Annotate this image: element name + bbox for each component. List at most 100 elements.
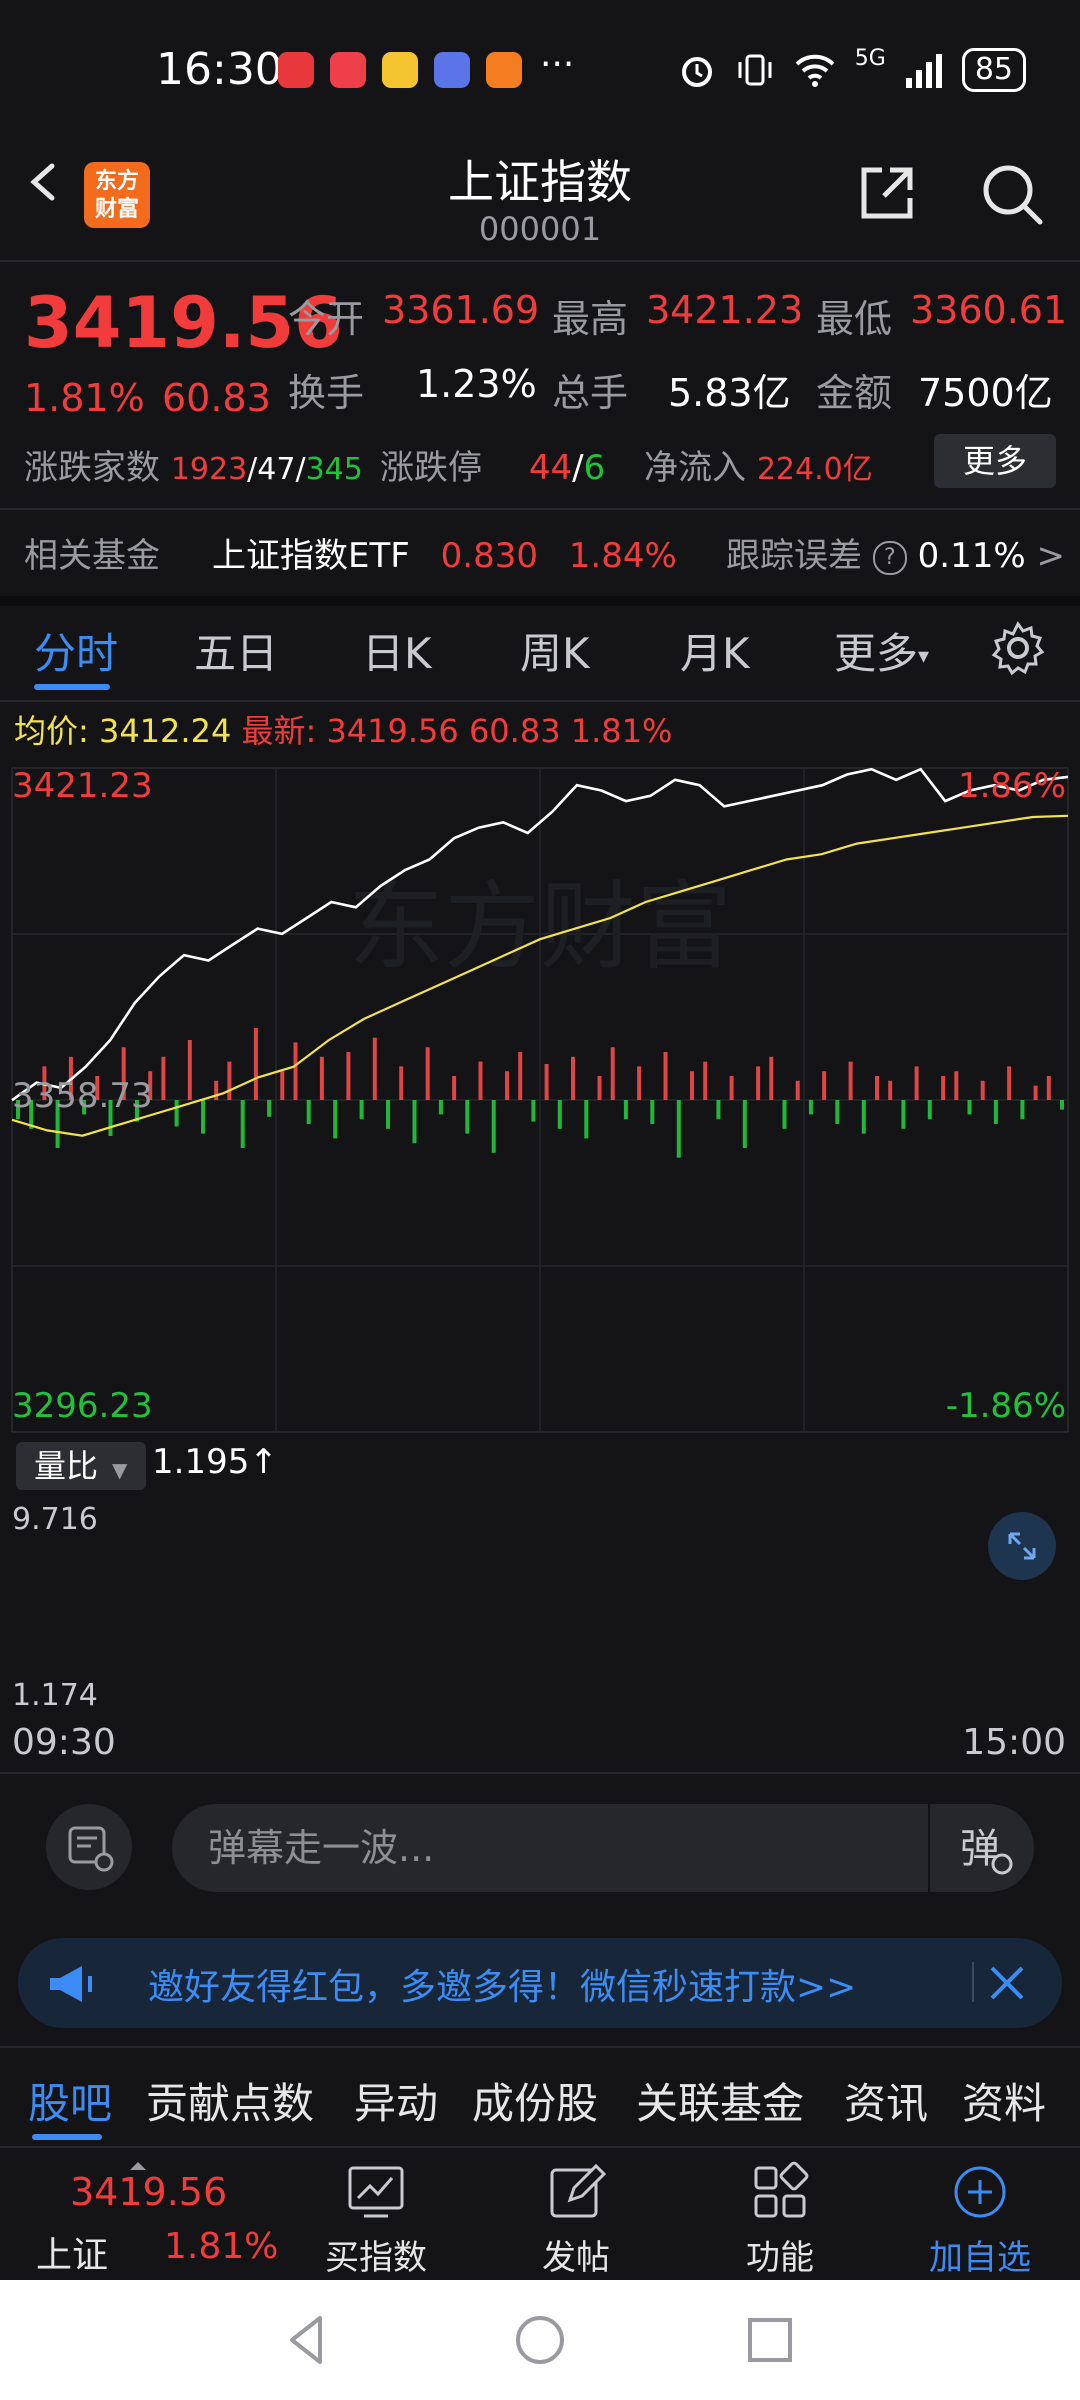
nav-home-icon[interactable]	[510, 2310, 570, 2370]
volume-bar	[1007, 1066, 1012, 1100]
system-nav-bar	[0, 2280, 1080, 2400]
edit-icon	[550, 2163, 607, 2218]
volume-bar	[491, 1100, 496, 1153]
volume-bar	[518, 1052, 523, 1100]
tab-news[interactable]: 资讯	[844, 2070, 928, 2131]
volume-bar	[187, 1040, 192, 1100]
volume-bar	[452, 1076, 457, 1100]
volume-bar	[505, 1071, 509, 1100]
promo-banner-text[interactable]: 邀好友得红包，多邀多得！微信秒速打款>>	[148, 1958, 856, 2010]
divider	[0, 1772, 1080, 1774]
danmaku-settings-button[interactable]	[46, 1804, 132, 1890]
volume-bar	[306, 1100, 311, 1124]
volume-bar	[557, 1100, 562, 1129]
intraday-chart[interactable]: 东方财富	[0, 0, 1080, 1460]
volume-bar	[240, 1100, 245, 1148]
axis-top-price: 3421.23	[12, 766, 153, 806]
mini-quote-pct: 1.81%	[164, 2226, 279, 2267]
buy-index-button[interactable]: 买指数	[296, 2160, 456, 2279]
mini-quote-name: 上证	[36, 2235, 109, 2276]
volume-bar	[253, 1028, 258, 1100]
volume-bar	[875, 1076, 879, 1100]
tab-profile[interactable]: 资料	[962, 2070, 1046, 2131]
buy-index-label: 买指数	[325, 2238, 427, 2278]
dropdown-arrow-icon: ▼	[112, 1458, 128, 1482]
volume-bar	[901, 1100, 906, 1129]
caret-up-icon	[130, 2162, 146, 2170]
megaphone-icon	[50, 1966, 92, 2002]
tab-forum[interactable]: 股吧	[28, 2070, 112, 2131]
expand-icon	[1008, 1532, 1036, 1560]
banner-divider	[972, 1962, 974, 2002]
volume-bar	[359, 1100, 364, 1120]
volume-bar	[280, 1071, 285, 1100]
volume-bar	[1060, 1100, 1064, 1110]
post-label: 发帖	[542, 2238, 610, 2278]
volume-bar	[690, 1071, 694, 1100]
add-watchlist-button[interactable]: 加自选	[900, 2160, 1060, 2279]
grid-icon	[754, 2161, 809, 2218]
volume-bar	[848, 1061, 853, 1100]
volume-bar	[319, 1056, 324, 1100]
danmaku-toggle-button[interactable]: 弹	[928, 1804, 1036, 1892]
time-end: 15:00	[962, 1722, 1066, 1763]
functions-button[interactable]: 功能	[700, 2160, 860, 2279]
volume-bar	[967, 1100, 972, 1115]
volume-bar	[438, 1100, 443, 1115]
volume-bar	[914, 1066, 919, 1100]
tab-contribution[interactable]: 贡献点数	[146, 2070, 314, 2131]
volume-bar	[1033, 1085, 1038, 1100]
chart-icon	[348, 2166, 404, 2218]
volume-bar	[835, 1100, 840, 1124]
volume-bar	[386, 1100, 390, 1129]
volume-bar	[993, 1100, 998, 1124]
add-watchlist-label: 加自选	[929, 2238, 1031, 2278]
volume-bar	[808, 1100, 813, 1115]
volume-bar	[703, 1061, 708, 1100]
tab-movements[interactable]: 异动	[354, 2070, 438, 2131]
axis-ref-price: 3358.73	[12, 1076, 153, 1116]
volume-bar	[584, 1100, 589, 1139]
close-icon[interactable]	[984, 1960, 1030, 2006]
tab-related-funds[interactable]: 关联基金	[636, 2070, 804, 2131]
volume-bar	[663, 1052, 668, 1100]
nav-recents-icon[interactable]	[740, 2310, 800, 2370]
volume-bar	[927, 1100, 932, 1120]
ratio-min-label: 1.174	[12, 1678, 98, 1713]
volume-bar	[888, 1080, 893, 1100]
divider	[0, 2046, 1080, 2048]
nav-back-icon[interactable]	[278, 2310, 338, 2370]
volume-bar	[650, 1100, 655, 1124]
volume-bar	[399, 1066, 404, 1100]
volume-bar	[954, 1071, 959, 1100]
divider	[0, 2146, 1080, 2148]
danmaku-input[interactable]: 弹幕走一波...	[172, 1804, 1034, 1892]
volume-bar	[333, 1100, 338, 1139]
volume-bar	[227, 1061, 232, 1100]
volume-bar	[729, 1076, 734, 1100]
tab-constituents[interactable]: 成份股	[472, 2070, 598, 2131]
volume-bar	[425, 1047, 430, 1100]
volume-bar	[372, 1037, 377, 1100]
volume-bar	[742, 1100, 747, 1148]
volume-bar	[478, 1061, 483, 1100]
volume-bar	[1046, 1076, 1051, 1100]
volume-bar	[716, 1100, 721, 1120]
volume-bar	[293, 1042, 298, 1100]
volume-bar	[531, 1100, 536, 1122]
expand-chart-button[interactable]	[988, 1512, 1056, 1580]
volume-bar	[822, 1071, 827, 1100]
volume-ratio-value: 1.195↑	[152, 1442, 278, 1482]
volume-bar	[214, 1080, 219, 1100]
volume-bar	[544, 1064, 549, 1100]
mini-quote-price: 3419.56	[70, 2170, 228, 2214]
danmaku-settings-icon	[68, 1826, 114, 1872]
plus-circle-icon	[954, 2166, 1006, 2218]
volume-bar	[795, 1080, 800, 1100]
volume-ratio-selector[interactable]: 量比 ▼	[16, 1442, 146, 1490]
post-button[interactable]: 发帖	[496, 2160, 656, 2279]
volume-bar	[623, 1100, 628, 1120]
volume-bar	[571, 1056, 575, 1100]
volume-bar	[346, 1052, 351, 1100]
volume-bar	[676, 1100, 681, 1158]
